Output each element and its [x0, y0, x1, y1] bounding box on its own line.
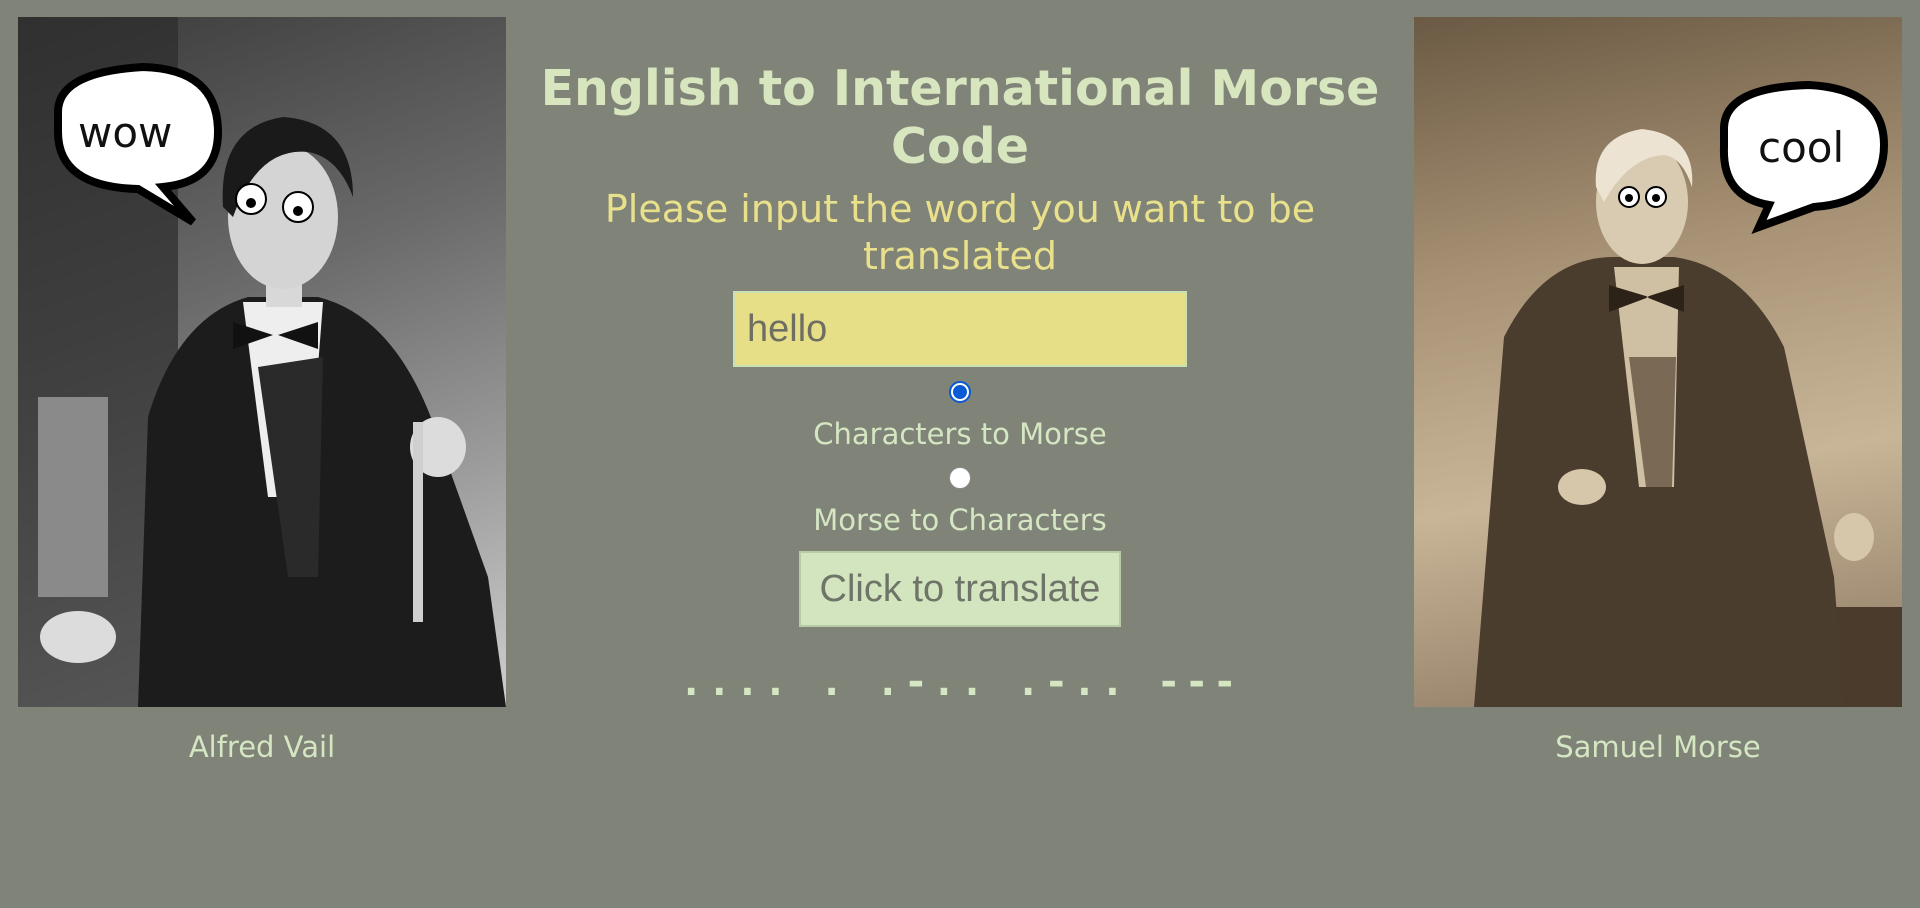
- page-subtitle: Please input the word you want to be tra…: [604, 187, 1316, 278]
- morse-output: .... . .-.. .-.. ---: [679, 659, 1241, 705]
- samuel-morse-caption: Samuel Morse: [1555, 730, 1761, 764]
- page-title: English to International Morse Code: [540, 60, 1380, 175]
- word-input[interactable]: hello: [733, 291, 1187, 367]
- alfred-vail-caption: Alfred Vail: [188, 730, 336, 764]
- characters-to-morse-radio[interactable]: [949, 381, 971, 403]
- translator-panel: English to International Morse Code Plea…: [540, 0, 1380, 707]
- alfred-vail-illustration: wow: [18, 17, 506, 707]
- morse-to-characters-radio[interactable]: [949, 467, 971, 489]
- alfred-vail-portrait: wow: [18, 17, 506, 707]
- samuel-morse-illustration: cool: [1474, 80, 1902, 707]
- page: wow Alfred Vail English to International…: [0, 0, 1920, 908]
- wow-bubble-text: wow: [78, 108, 172, 157]
- morse-to-characters-label: Morse to Characters: [813, 503, 1107, 537]
- characters-to-morse-label: Characters to Morse: [813, 417, 1107, 451]
- cool-bubble-text: cool: [1758, 123, 1844, 172]
- samuel-morse-portrait: cool: [1414, 17, 1902, 707]
- translate-button[interactable]: Click to translate: [799, 551, 1121, 627]
